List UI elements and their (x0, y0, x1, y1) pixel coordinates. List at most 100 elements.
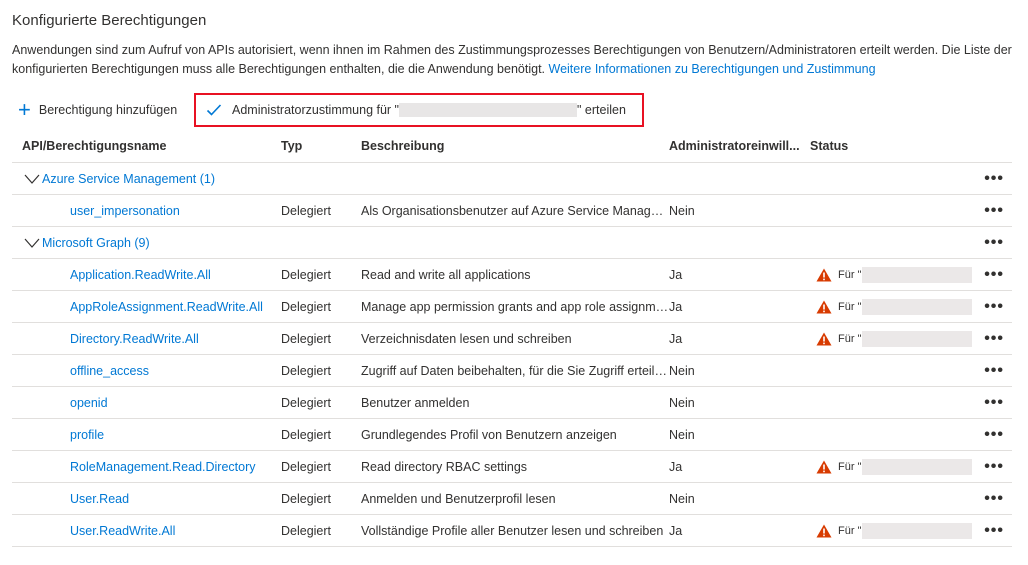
add-permission-label: Berechtigung hinzufügen (38, 103, 178, 117)
warning-icon (816, 524, 832, 537)
consent-prefix: Administratorzustimmung für " (232, 103, 399, 117)
more-actions-icon[interactable]: ••• (984, 483, 1004, 514)
col-header-admin-consent[interactable]: Administratoreinwill... (669, 139, 810, 153)
table-row: Application.ReadWrite.All Delegiert Read… (12, 259, 1012, 291)
group-toggle[interactable]: Azure Service Management (1) (12, 172, 281, 186)
group-row[interactable]: Azure Service Management (1) ••• (12, 163, 1012, 195)
group-row[interactable]: Microsoft Graph (9) ••• (12, 227, 1012, 259)
permission-name[interactable]: User.ReadWrite.All (12, 524, 281, 538)
permission-name[interactable]: user_impersonation (12, 204, 281, 218)
permissions-table: API/Berechtigungsname Typ Beschreibung A… (12, 130, 1012, 547)
col-header-description[interactable]: Beschreibung (361, 139, 669, 153)
permission-description: Manage app permission grants and app rol… (361, 299, 669, 314)
more-actions-icon[interactable]: ••• (984, 419, 1004, 450)
group-toggle[interactable]: Microsoft Graph (9) (12, 236, 281, 250)
add-permission-button[interactable]: + Berechtigung hinzufügen (18, 94, 177, 126)
admin-consent-required: Nein (669, 363, 695, 378)
redacted-tenant-name (862, 522, 973, 539)
more-actions-icon[interactable]: ••• (984, 163, 1004, 194)
table-row: profile Delegiert Grundlegendes Profil v… (12, 419, 1012, 451)
more-actions-icon[interactable]: ••• (984, 355, 1004, 386)
more-actions-icon[interactable]: ••• (984, 387, 1004, 418)
table-row: User.ReadWrite.All Delegiert Vollständig… (12, 515, 1012, 547)
table-row: Directory.ReadWrite.All Delegiert Verzei… (12, 323, 1012, 355)
permission-type: Delegiert (281, 299, 332, 314)
permission-name[interactable]: offline_access (12, 364, 281, 378)
warning-icon (816, 300, 832, 313)
more-actions-icon[interactable]: ••• (984, 451, 1004, 482)
consent-suffix: " erteilen (577, 103, 626, 117)
redacted-tenant-name (862, 266, 973, 283)
table-row: openid Delegiert Benutzer anmelden Nein … (12, 387, 1012, 419)
admin-consent-required: Nein (669, 395, 695, 410)
toolbar: + Berechtigung hinzufügen Administratorz… (12, 93, 1016, 127)
table-row: user_impersonation Delegiert Als Organis… (12, 195, 1012, 227)
permission-type: Delegiert (281, 395, 332, 410)
table-row: RoleManagement.Read.Directory Delegiert … (12, 451, 1012, 483)
chevron-down-icon (24, 174, 40, 184)
permission-name[interactable]: Directory.ReadWrite.All (12, 332, 281, 346)
permission-description: Benutzer anmelden (361, 395, 470, 410)
admin-consent-required: Ja (669, 299, 683, 314)
col-header-name[interactable]: API/Berechtigungsname (12, 139, 281, 153)
admin-consent-required: Ja (669, 331, 683, 346)
page-title: Konfigurierte Berechtigungen (12, 12, 207, 29)
permission-name[interactable]: RoleManagement.Read.Directory (12, 460, 281, 474)
more-actions-icon[interactable]: ••• (984, 195, 1004, 226)
status-text: Für " (838, 332, 862, 345)
admin-consent-required: Nein (669, 203, 695, 218)
permission-type: Delegiert (281, 523, 332, 538)
permission-name[interactable]: profile (12, 428, 281, 442)
permission-name[interactable]: openid (12, 396, 281, 410)
more-actions-icon[interactable]: ••• (984, 515, 1004, 546)
more-actions-icon[interactable]: ••• (984, 291, 1004, 322)
permission-description: Als Organisationsbenutzer auf Azure Serv… (361, 203, 669, 218)
col-header-type[interactable]: Typ (281, 139, 361, 153)
permission-type: Delegiert (281, 427, 332, 442)
permission-type: Delegiert (281, 459, 332, 474)
permission-status: Für " (810, 330, 980, 347)
permission-description: Anmelden und Benutzerprofil lesen (361, 491, 556, 506)
more-actions-icon[interactable]: ••• (984, 259, 1004, 290)
table-header: API/Berechtigungsname Typ Beschreibung A… (12, 130, 1012, 163)
permission-type: Delegiert (281, 331, 332, 346)
group-label[interactable]: Microsoft Graph (9) (42, 236, 150, 250)
permission-description: Vollständige Profile aller Benutzer lese… (361, 523, 664, 538)
permission-type: Delegiert (281, 203, 332, 218)
status-text: Für " (838, 524, 862, 537)
permission-name[interactable]: AppRoleAssignment.ReadWrite.All (12, 300, 281, 314)
group-label[interactable]: Azure Service Management (1) (42, 172, 215, 186)
permission-name[interactable]: Application.ReadWrite.All (12, 268, 281, 282)
admin-consent-required: Nein (669, 491, 695, 506)
table-row: AppRoleAssignment.ReadWrite.All Delegier… (12, 291, 1012, 323)
page-description: Anwendungen sind zum Aufruf von APIs aut… (12, 41, 1016, 79)
redacted-tenant-name (399, 103, 577, 117)
permission-status: Für " (810, 298, 980, 315)
warning-icon (816, 268, 832, 281)
redacted-tenant-name (862, 298, 973, 315)
permission-status: Für " (810, 458, 980, 475)
admin-consent-required: Ja (669, 459, 683, 474)
redacted-tenant-name (862, 330, 973, 347)
status-text: Für " (838, 460, 862, 473)
permission-status: Für " (810, 266, 980, 283)
more-actions-icon[interactable]: ••• (984, 323, 1004, 354)
admin-consent-required: Ja (669, 267, 683, 282)
plus-icon: + (18, 97, 31, 122)
more-actions-icon[interactable]: ••• (984, 227, 1004, 258)
permission-name[interactable]: User.Read (12, 492, 281, 506)
learn-more-link[interactable]: Weitere Informationen zu Berechtigungen … (549, 62, 876, 76)
permission-status: Für " (810, 522, 980, 539)
permission-type: Delegiert (281, 491, 332, 506)
status-text: Für " (838, 268, 862, 281)
chevron-down-icon (24, 238, 40, 248)
table-row: User.Read Delegiert Anmelden und Benutze… (12, 483, 1012, 515)
status-text: Für " (838, 300, 862, 313)
permission-type: Delegiert (281, 267, 332, 282)
redacted-tenant-name (862, 458, 973, 475)
grant-admin-consent-button[interactable]: Administratorzustimmung für " " erteilen (194, 93, 644, 127)
admin-consent-required: Nein (669, 427, 695, 442)
col-header-status[interactable]: Status (810, 139, 980, 153)
admin-consent-required: Ja (669, 523, 683, 538)
permission-type: Delegiert (281, 363, 332, 378)
